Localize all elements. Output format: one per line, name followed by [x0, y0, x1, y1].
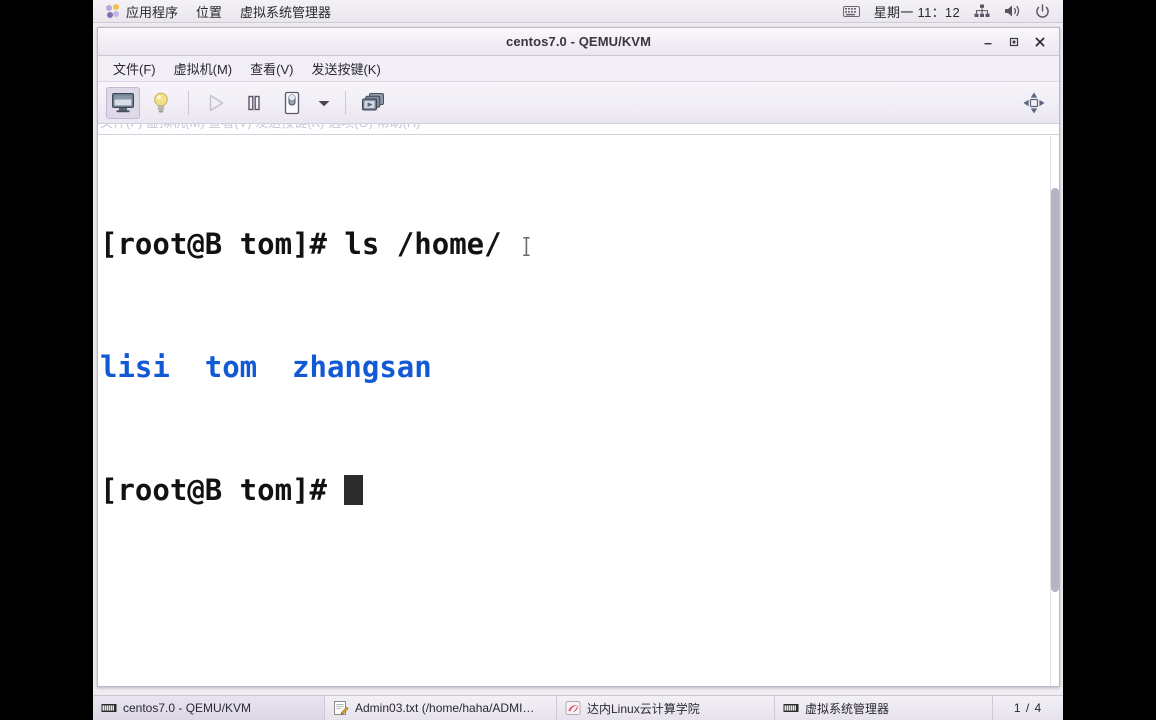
workspace-switcher-label: 1 / 4 — [1013, 701, 1043, 715]
vm-console[interactable]: [root@B tom]# ls /home/ lisi tom zhangsa… — [98, 135, 1059, 686]
taskbar-item-tarena-linux[interactable]: 达内Linux云计算学院 — [557, 696, 775, 720]
places-menu-label: 位置 — [196, 4, 223, 20]
show-console-button[interactable] — [106, 86, 140, 119]
browser-icon — [565, 701, 581, 715]
applications-menu[interactable]: 应用程序 — [97, 0, 187, 22]
window-toolbar — [98, 82, 1059, 124]
console-scrollbar[interactable] — [1050, 136, 1059, 686]
menu-file-label: 文件(F) — [113, 62, 156, 77]
network-icon[interactable] — [967, 0, 997, 22]
play-icon — [209, 94, 224, 111]
workspace-switcher[interactable]: 1 / 4 — [993, 696, 1063, 720]
terminal-cursor — [344, 475, 364, 505]
snapshots-icon — [362, 92, 384, 110]
terminal-line-0: [root@B tom]# ls /home/ — [100, 227, 502, 261]
volume-icon[interactable] — [997, 0, 1028, 22]
show-details-button[interactable] — [144, 87, 178, 119]
taskbar-item-centos-vm-label: centos7.0 - QEMU/KVM — [123, 701, 252, 715]
terminal-line: [root@B tom]# ls /home/ — [100, 224, 502, 265]
taskbar-item-virt-manager-label: 虚拟系统管理器 — [805, 701, 890, 716]
gnome-foot-icon — [106, 3, 121, 19]
virt-viewer-window: centos7.0 - QEMU/KVM 文件(F) 虚拟机(M) 查看(V) … — [97, 27, 1060, 687]
power-switch-icon — [284, 91, 300, 114]
text-ibeam-cursor — [523, 237, 530, 256]
keyboard-icon-svg — [842, 5, 860, 17]
terminal-line-1: lisi tom zhangsan — [100, 350, 432, 384]
run-button[interactable] — [199, 87, 233, 119]
lightbulb-icon — [154, 92, 168, 112]
gedit-icon — [334, 701, 349, 715]
gnome-top-panel: 应用程序 位置 虚拟系统管理器 星期一 11：12 — [93, 0, 1063, 23]
window-title: centos7.0 - QEMU/KVM — [505, 34, 652, 49]
clock-label: 星期一 11：12 — [873, 4, 960, 20]
taskbar-item-virt-manager[interactable]: 虚拟系统管理器 — [775, 696, 993, 720]
snapshots-button[interactable] — [356, 87, 390, 119]
menu-file[interactable]: 文件(F) — [104, 57, 165, 80]
fullscreen-icon — [1023, 92, 1045, 113]
minimize-button[interactable] — [975, 31, 1001, 53]
chevron-down-icon — [318, 100, 330, 106]
menu-send-key-label: 发送按键(K) — [311, 62, 381, 77]
virt-manager-window-title[interactable]: 虚拟系统管理器 — [231, 0, 340, 22]
window-controls — [975, 28, 1053, 55]
menubar-bleed-text: 文件(F) 虚拟机(M) 查看(V) 发送按键(K) 选项(O) 帮助(H) — [100, 124, 421, 131]
toolbar-separator-1 — [188, 90, 189, 115]
taskbar-item-tarena-linux-label: 达内Linux云计算学院 — [587, 701, 700, 716]
screen: 应用程序 位置 虚拟系统管理器 星期一 11：12 centos7.0 - QE… — [0, 0, 1156, 720]
terminal-line: [root@B tom]# — [100, 470, 502, 511]
clock[interactable]: 星期一 11：12 — [867, 0, 967, 22]
top-panel-menus: 应用程序 位置 虚拟系统管理器 — [93, 0, 340, 22]
terminal-line-2: [root@B tom]# — [100, 473, 345, 507]
taskbar: centos7.0 - QEMU/KVM Admin03.txt (/home/… — [93, 695, 1063, 720]
taskbar-item-admin03-txt-label: Admin03.txt (/home/haha/ADMI… — [355, 701, 535, 715]
menu-virtual-machine[interactable]: 虚拟机(M) — [165, 57, 242, 80]
power-icon-svg — [1036, 3, 1049, 18]
menubar-bleed-row: 文件(F) 虚拟机(M) 查看(V) 发送按键(K) 选项(O) 帮助(H) — [98, 124, 1059, 135]
places-menu[interactable]: 位置 — [187, 0, 231, 22]
taskbar-item-admin03-txt[interactable]: Admin03.txt (/home/haha/ADMI… — [325, 696, 557, 720]
shutdown-button[interactable] — [275, 87, 309, 119]
menu-view[interactable]: 查看(V) — [241, 57, 302, 80]
keyboard-icon[interactable] — [836, 0, 867, 22]
minimize-icon — [984, 42, 992, 44]
terminal-line: lisi tom zhangsan — [100, 347, 502, 388]
fullscreen-button[interactable] — [1017, 87, 1051, 119]
close-button[interactable] — [1027, 31, 1053, 53]
menu-virtual-machine-label: 虚拟机(M) — [173, 62, 233, 77]
close-icon — [1035, 37, 1045, 46]
taskbar-item-centos-vm[interactable]: centos7.0 - QEMU/KVM — [93, 696, 325, 720]
maximize-icon — [1009, 37, 1019, 46]
menu-view-label: 查看(V) — [250, 62, 294, 77]
window-menubar: 文件(F) 虚拟机(M) 查看(V) 发送按键(K) — [98, 56, 1059, 82]
power-icon[interactable] — [1028, 0, 1057, 22]
shutdown-dropdown-button[interactable] — [313, 87, 335, 119]
virt-manager-icon — [783, 704, 799, 712]
pause-icon — [248, 95, 260, 110]
maximize-button[interactable] — [1001, 31, 1027, 53]
applications-menu-label: 应用程序 — [126, 4, 179, 20]
top-panel-tray: 星期一 11：12 — [836, 0, 1063, 22]
console-scrollbar-thumb[interactable] — [1051, 188, 1059, 592]
desktop: 应用程序 位置 虚拟系统管理器 星期一 11：12 centos7.0 - QE… — [93, 0, 1063, 720]
virt-manager-icon — [101, 704, 117, 712]
pause-button[interactable] — [237, 87, 271, 119]
terminal-text: [root@B tom]# ls /home/ lisi tom zhangsa… — [98, 136, 502, 593]
virt-manager-window-label: 虚拟系统管理器 — [240, 4, 332, 20]
network-icon-svg — [974, 4, 990, 17]
menu-send-key[interactable]: 发送按键(K) — [302, 57, 389, 80]
volume-icon-svg — [1005, 5, 1020, 17]
monitor-icon — [112, 92, 134, 112]
window-titlebar[interactable]: centos7.0 - QEMU/KVM — [98, 28, 1059, 56]
toolbar-separator-2 — [345, 90, 346, 115]
